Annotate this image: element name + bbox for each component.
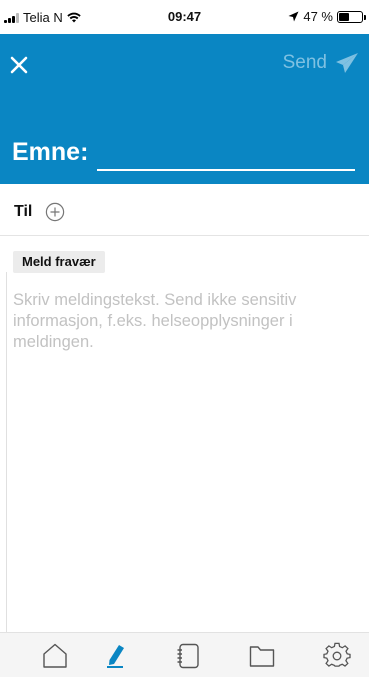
tab-notebook[interactable] — [174, 642, 202, 670]
tab-compose[interactable] — [101, 642, 129, 670]
subject-input[interactable] — [97, 169, 355, 171]
tab-folder[interactable] — [248, 642, 276, 670]
home-icon — [43, 643, 67, 668]
recipient-row: Til — [0, 184, 369, 236]
battery-icon — [337, 10, 366, 23]
battery-fill — [339, 12, 350, 21]
divider — [6, 272, 7, 632]
close-icon[interactable] — [8, 54, 30, 76]
notebook-icon — [177, 643, 199, 669]
status-bar: Telia N 09:47 47 % — [0, 0, 369, 34]
subject-label: Emne: — [12, 138, 89, 166]
paper-plane-icon — [336, 53, 358, 73]
absence-tag[interactable]: Meld fravær — [13, 251, 105, 273]
status-right: 47 % — [288, 9, 366, 24]
send-label: Send — [282, 52, 327, 73]
battery-percent: 47 % — [303, 9, 333, 24]
message-body-placeholder[interactable]: Skriv meldingstekst. Send ikke sensitiv … — [13, 290, 358, 353]
compose-icon — [107, 645, 124, 668]
compose-header: Send Emne: — [0, 34, 369, 184]
tab-home[interactable] — [41, 642, 69, 670]
send-button[interactable]: Send — [283, 52, 359, 74]
tab-bar — [0, 632, 369, 677]
recipient-label: Til — [14, 203, 33, 220]
tab-settings[interactable] — [323, 642, 351, 670]
gear-icon — [323, 642, 351, 667]
plus-circle-icon[interactable] — [45, 202, 65, 222]
folder-icon — [249, 646, 275, 667]
location-arrow-icon — [288, 11, 299, 22]
